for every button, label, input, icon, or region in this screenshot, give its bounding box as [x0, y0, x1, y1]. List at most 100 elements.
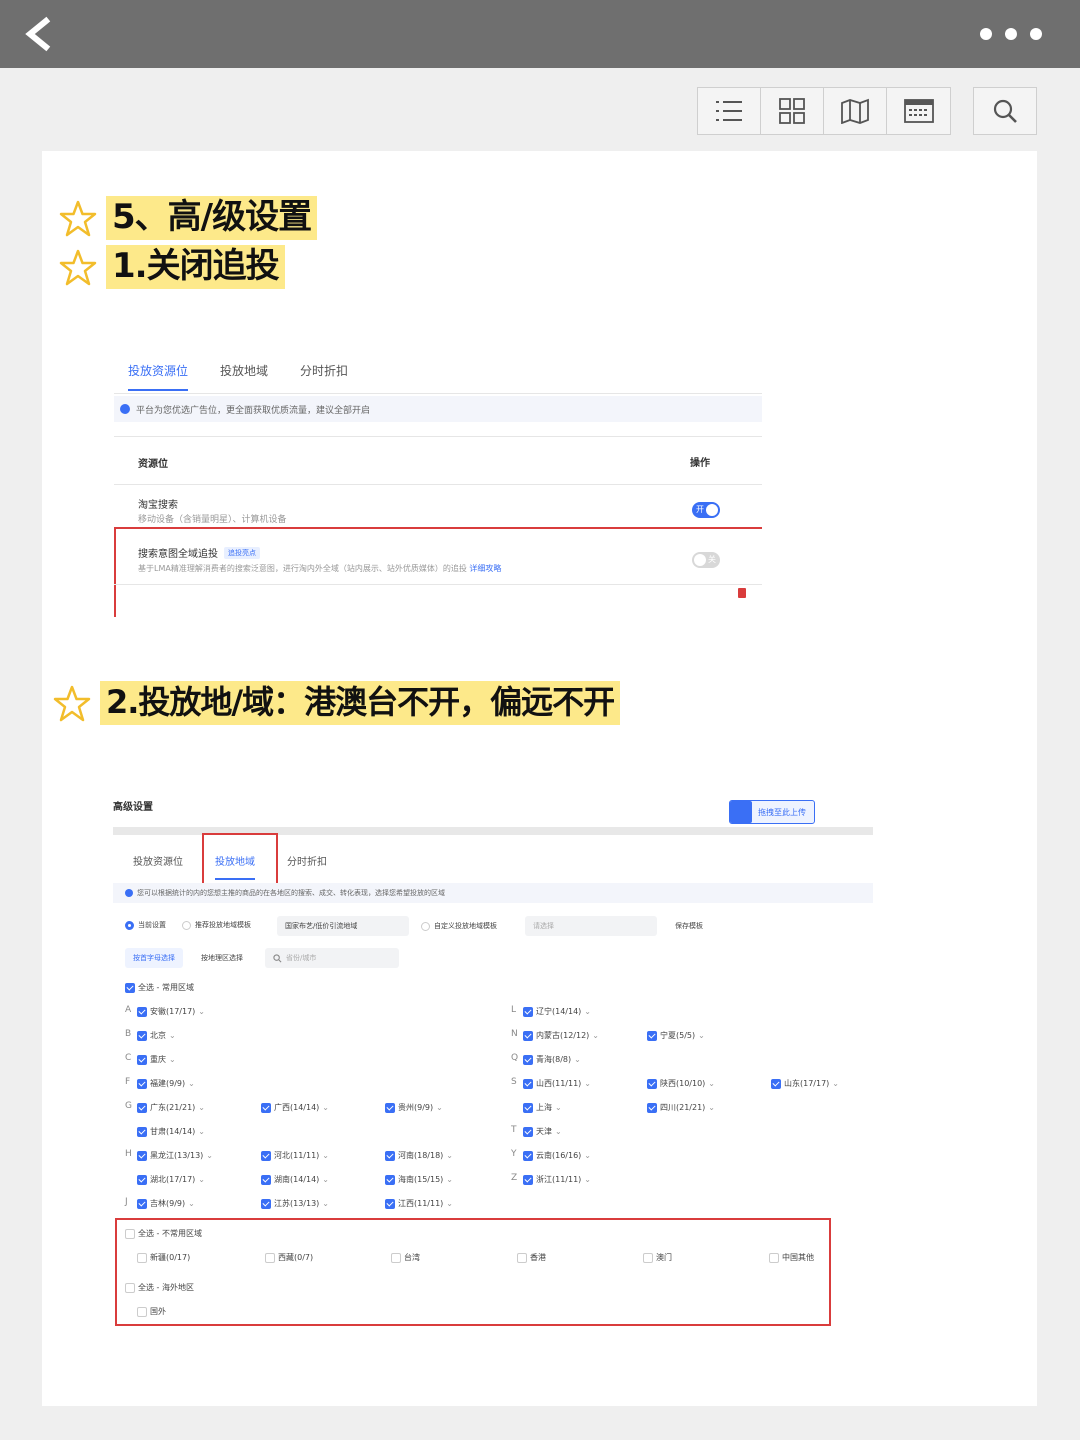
- letter-index: J: [125, 1197, 128, 1207]
- province-checkbox[interactable]: 广西(14/14) ⌄: [261, 1102, 329, 1113]
- calendar-icon[interactable]: [887, 88, 950, 134]
- uncommon-region-checkbox[interactable]: 新疆(0/17): [137, 1252, 190, 1263]
- province-checkbox[interactable]: 广东(21/21) ⌄: [137, 1102, 205, 1113]
- province-checkbox[interactable]: 天津 ⌄: [523, 1126, 562, 1137]
- row1-toggle[interactable]: 开: [692, 502, 720, 518]
- template-select[interactable]: 国家布艺/低价引流地域: [277, 916, 409, 936]
- letter-index: B: [125, 1029, 132, 1039]
- province-checkbox[interactable]: 安徽(17/17) ⌄: [137, 1006, 205, 1017]
- custom-select[interactable]: 请选择: [525, 916, 657, 936]
- star-icon: [59, 249, 97, 286]
- info-text: 您可以根据统计的内的您想主推的商品的在各地区的搜索、成交、转化表现，选择您希望投…: [137, 889, 445, 897]
- province-checkbox[interactable]: 甘肃(14/14) ⌄: [137, 1126, 205, 1137]
- province-checkbox[interactable]: 河南(18/18) ⌄: [385, 1150, 453, 1161]
- province-checkbox[interactable]: 江西(11/11) ⌄: [385, 1198, 453, 1209]
- star-icon: [59, 200, 97, 237]
- uncommon-region-checkbox[interactable]: 西藏(0/7): [265, 1252, 313, 1263]
- province-checkbox[interactable]: 黑龙江(13/13) ⌄: [137, 1150, 213, 1161]
- letter-index: F: [125, 1077, 131, 1087]
- letter-index: S: [511, 1077, 517, 1087]
- province-checkbox[interactable]: 浙江(11/11) ⌄: [523, 1174, 591, 1185]
- list-icon[interactable]: [698, 88, 761, 134]
- heading-advanced-settings: 5、高/级设置: [106, 196, 318, 240]
- select-all-overseas[interactable]: 全选 - 海外地区: [125, 1282, 194, 1293]
- row2-guide-link[interactable]: 详细攻略: [469, 564, 501, 573]
- info-icon: [125, 889, 133, 897]
- more-dots-icon[interactable]: [980, 28, 1042, 40]
- province-checkbox[interactable]: 云南(16/16) ⌄: [523, 1150, 591, 1161]
- letter-index: G: [125, 1101, 132, 1111]
- col-action: 操作: [690, 458, 710, 469]
- row2-toggle[interactable]: 关: [692, 552, 720, 568]
- province-checkbox[interactable]: 重庆 ⌄: [137, 1054, 176, 1065]
- region-search-input[interactable]: 省份/城市: [265, 948, 399, 968]
- uncommon-region-checkbox[interactable]: 中国其他: [769, 1252, 814, 1263]
- tab-region[interactable]: 投放地域: [220, 362, 268, 391]
- marker: [738, 588, 746, 598]
- search-icon: [273, 953, 282, 962]
- province-checkbox[interactable]: 贵州(9/9) ⌄: [385, 1102, 443, 1113]
- province-checkbox[interactable]: 河北(11/11) ⌄: [261, 1150, 329, 1161]
- province-checkbox[interactable]: 吉林(9/9) ⌄: [137, 1198, 195, 1209]
- top-bar: [0, 0, 1080, 68]
- letter-index: H: [125, 1149, 132, 1159]
- province-checkbox[interactable]: 山西(11/11) ⌄: [523, 1078, 591, 1089]
- col-resource: 资源位: [138, 459, 168, 470]
- select-all-uncommon[interactable]: 全选 - 不常用区域: [125, 1228, 202, 1239]
- letter-index: L: [511, 1005, 517, 1015]
- province-checkbox[interactable]: 上海 ⌄: [523, 1102, 562, 1113]
- letter-index: N: [511, 1029, 518, 1039]
- info-icon: [120, 404, 130, 414]
- search-icon[interactable]: [973, 87, 1037, 135]
- province-checkbox[interactable]: 湖北(17/17) ⌄: [137, 1174, 205, 1185]
- upload-icon: [730, 801, 752, 823]
- province-checkbox[interactable]: 北京 ⌄: [137, 1030, 176, 1041]
- province-checkbox[interactable]: 江苏(13/13) ⌄: [261, 1198, 329, 1209]
- red-highlight-line: [114, 527, 762, 529]
- mode-region-button[interactable]: 按地理区选择: [193, 948, 251, 968]
- map-icon[interactable]: [824, 88, 887, 134]
- province-checkbox[interactable]: 宁夏(5/5) ⌄: [647, 1030, 705, 1041]
- star-icon: [53, 685, 91, 722]
- region-settings-panel: 高级设置 拖拽至此上传 投放资源位 投放地域 分时折扣 您可以根据统计的内的您想…: [113, 790, 873, 1330]
- province-checkbox[interactable]: 内蒙古(12/12) ⌄: [523, 1030, 599, 1041]
- tab-time-discount[interactable]: 分时折扣: [300, 362, 348, 391]
- resource-settings-panel: 投放资源位 投放地域 分时折扣 平台为您优选广告位，更全面获取优质流量，建议全部…: [114, 350, 762, 620]
- select-all-common[interactable]: 全选 - 常用区域: [125, 982, 194, 993]
- tab-resource[interactable]: 投放资源位: [133, 853, 183, 880]
- upload-button[interactable]: 拖拽至此上传: [729, 800, 815, 824]
- row2-tag: 追投亮点: [224, 546, 260, 559]
- row2-desc: 基于LMA精准理解消费者的搜索泛意图，进行淘内外全域（站内展示、站外优质媒体）的…: [138, 564, 467, 573]
- heading-close-retarget: 1.关闭追投: [106, 245, 285, 289]
- tab-resource[interactable]: 投放资源位: [128, 362, 189, 391]
- grid-icon[interactable]: [761, 88, 824, 134]
- save-template-button[interactable]: 保存模板: [667, 916, 711, 936]
- uncommon-region-checkbox[interactable]: 台湾: [391, 1252, 420, 1263]
- province-checkbox[interactable]: 陕西(10/10) ⌄: [647, 1078, 715, 1089]
- province-checkbox[interactable]: 福建(9/9) ⌄: [137, 1078, 195, 1089]
- province-checkbox[interactable]: 辽宁(14/14) ⌄: [523, 1006, 591, 1017]
- chevron-left-icon[interactable]: [22, 16, 56, 52]
- info-text: 平台为您优选广告位，更全面获取优质流量，建议全部开启: [136, 405, 371, 416]
- red-highlight-box: [115, 1218, 831, 1326]
- province-checkbox[interactable]: 四川(21/21) ⌄: [647, 1102, 715, 1113]
- letter-index: Q: [511, 1053, 519, 1063]
- uncommon-region-checkbox[interactable]: 澳门: [643, 1252, 672, 1263]
- letter-index: T: [511, 1125, 517, 1135]
- letter-index: Z: [511, 1173, 518, 1183]
- province-checkbox[interactable]: 青海(8/8) ⌄: [523, 1054, 581, 1065]
- province-checkbox[interactable]: 山东(17/17) ⌄: [771, 1078, 839, 1089]
- overseas-item[interactable]: 国外: [137, 1306, 166, 1317]
- tab-time-discount[interactable]: 分时折扣: [287, 853, 327, 880]
- row1-title: 淘宝搜索: [138, 500, 178, 511]
- radio-template[interactable]: [182, 920, 191, 930]
- radio-custom[interactable]: [421, 921, 430, 931]
- mode-letter-button[interactable]: 按首字母选择: [125, 948, 183, 968]
- heading-region-settings: 2.投放地/域：港澳台不开，偏远不开: [100, 681, 621, 725]
- row2-title: 搜索意图全域追投: [138, 549, 218, 560]
- province-checkbox[interactable]: 海南(15/15) ⌄: [385, 1174, 453, 1185]
- uncommon-region-checkbox[interactable]: 香港: [517, 1252, 546, 1263]
- radio-current[interactable]: [125, 920, 134, 930]
- letter-index: C: [125, 1053, 132, 1063]
- province-checkbox[interactable]: 湖南(14/14) ⌄: [261, 1174, 329, 1185]
